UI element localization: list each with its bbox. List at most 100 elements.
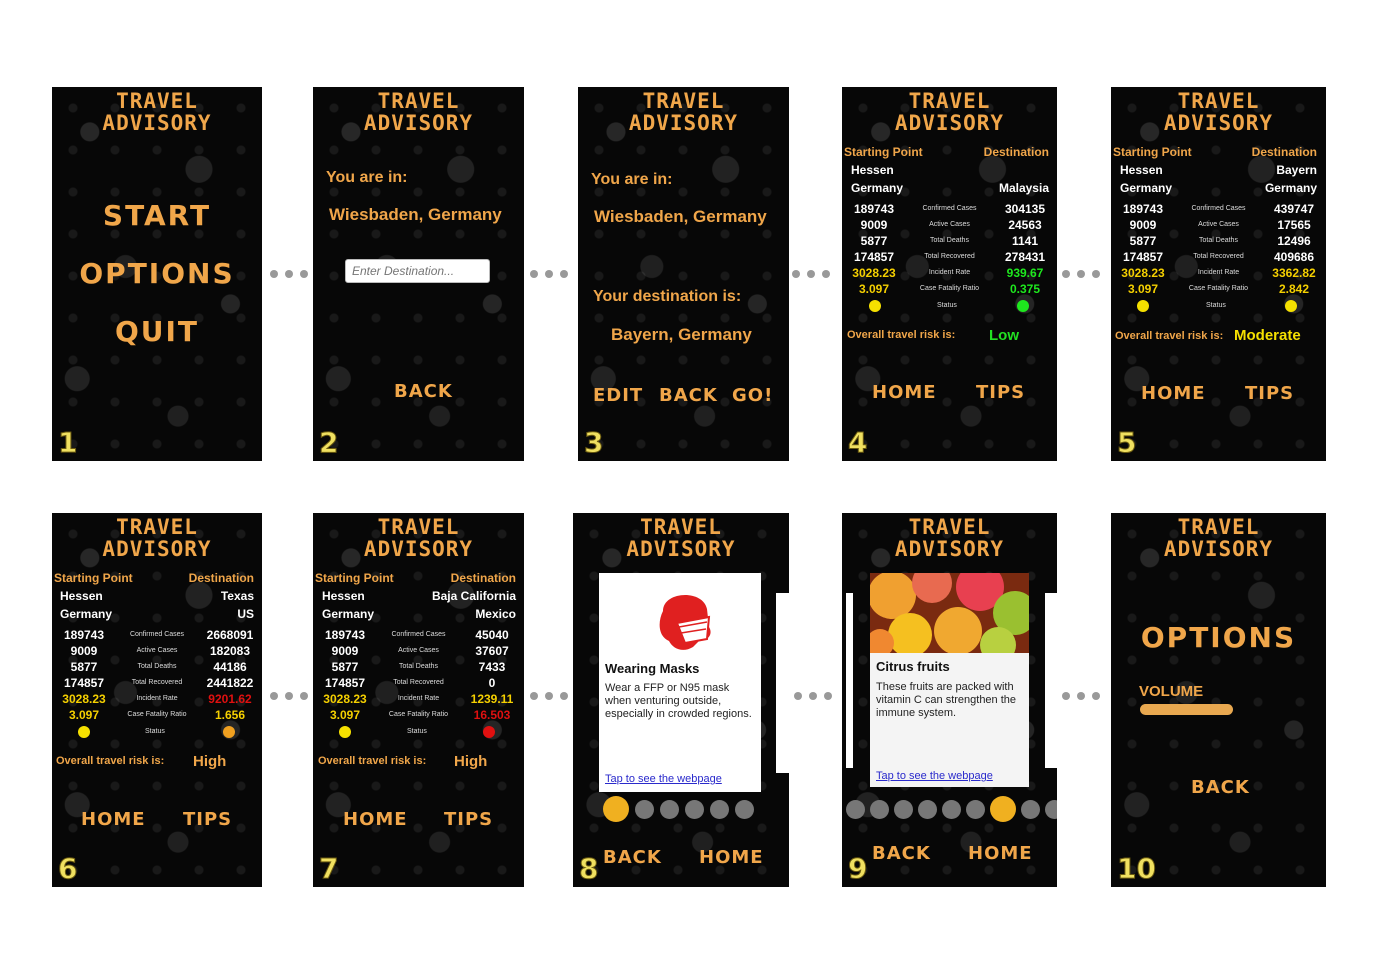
dest-value: 2.842 (1278, 282, 1310, 296)
stats-row: 5877 Total Deaths 1141 (842, 234, 1057, 250)
start-status-dot (78, 726, 90, 738)
dest-value: 304135 (1004, 202, 1046, 216)
stats-row: 5877 Total Deaths 44186 (52, 660, 262, 676)
go-button[interactable]: GO! (732, 385, 773, 406)
start-region: Hessen (322, 589, 365, 603)
citrus-image (870, 573, 1029, 653)
start-country: Germany (60, 607, 113, 621)
risk-value: High (454, 753, 488, 770)
stats-table: 189743 Confirmed Cases 439747 9009 Active Ca… (1111, 202, 1326, 298)
screen-2: TRAVEL ADVISORY You are in: Wiesbaden, Ge… (313, 87, 524, 461)
separator-dots (794, 692, 832, 700)
tip-card[interactable]: Citrus fruits These fruits are packed wi… (870, 573, 1029, 787)
stats-row: 5877 Total Deaths 12496 (1111, 234, 1326, 250)
home-button[interactable]: HOME (1141, 383, 1206, 404)
screen-number: 3 (583, 426, 604, 460)
screen-7: TRAVEL ADVISORY Starting Point Destinatio… (313, 513, 524, 887)
start-country: Germany (1120, 181, 1173, 195)
dest-value: 1.656 (214, 708, 246, 722)
stats-row: 174857 Total Recovered 409686 (1111, 250, 1326, 266)
card-body: Wear a FFP or N95 mask when venturing ou… (605, 682, 752, 720)
separator-dots (270, 692, 308, 700)
edit-button[interactable]: EDIT (593, 385, 643, 406)
home-button[interactable]: HOME (699, 847, 764, 868)
screen-number: 5 (1116, 426, 1137, 460)
app-title: TRAVEL ADVISORY (1163, 89, 1274, 135)
start-region: Hessen (1120, 163, 1163, 177)
stats-row: 9009 Active Cases 24563 (842, 218, 1057, 234)
stats-row: 3.097 Case Fatality Ratio 1.656 (52, 708, 262, 724)
volume-slider[interactable] (1140, 704, 1233, 715)
start-status-dot (339, 726, 351, 738)
dest-country: Germany (1264, 181, 1317, 195)
prev-card-peek[interactable] (846, 593, 853, 768)
back-button[interactable]: BACK (872, 843, 931, 864)
quit-button[interactable]: QUIT (52, 315, 262, 348)
app-title: TRAVEL ADVISORY (363, 515, 474, 561)
tips-button[interactable]: TIPS (976, 382, 1025, 403)
risk-value: High (193, 753, 227, 770)
start-region: Hessen (60, 589, 103, 603)
app-title: TRAVEL ADVISORY (628, 89, 739, 135)
status-label: Status (937, 302, 957, 309)
stats-row: 3.097 Case Fatality Ratio 16.503 (313, 708, 524, 724)
back-button[interactable]: BACK (659, 385, 718, 406)
next-card-peek[interactable] (1045, 593, 1057, 768)
home-button[interactable]: HOME (343, 809, 408, 830)
carousel-indicator[interactable] (603, 796, 754, 822)
card-link[interactable]: Tap to see the webpage (876, 770, 993, 782)
destination-header: Destination (1251, 145, 1317, 159)
home-button[interactable]: HOME (872, 382, 937, 403)
stats-row: 3.097 Case Fatality Ratio 0.375 (842, 282, 1057, 298)
screen-6: TRAVEL ADVISORY Starting Point Destinatio… (52, 513, 262, 887)
back-button[interactable]: BACK (1191, 777, 1250, 798)
stats-row: 3028.23 Incident Rate 3362.82 (1111, 266, 1326, 282)
risk-label: Overall travel risk is: (56, 755, 165, 767)
dest-country: Mexico (475, 607, 516, 621)
stats-row: 189743 Confirmed Cases 304135 (842, 202, 1057, 218)
dest-value: 12496 (1277, 234, 1311, 248)
dest-status-dot (1017, 300, 1029, 312)
dest-value: 182083 (209, 644, 251, 658)
stats-table: 189743 Confirmed Cases 2668091 9009 Active C… (52, 628, 262, 724)
destination-header: Destination (450, 571, 516, 585)
dest-value: 439747 (1273, 202, 1315, 216)
screen-3: TRAVEL ADVISORY You are in: Wiesbaden, Ge… (578, 87, 789, 461)
app-title: TRAVEL ADVISORY (1163, 515, 1274, 561)
next-card-peek[interactable] (776, 593, 789, 773)
screen-number: 2 (318, 426, 339, 460)
stats-row: 189743 Confirmed Cases 439747 (1111, 202, 1326, 218)
carousel-indicator[interactable] (846, 796, 1057, 822)
app-title: TRAVEL ADVISORY (102, 515, 212, 561)
options-button[interactable]: OPTIONS (52, 257, 262, 290)
home-button[interactable]: HOME (81, 809, 146, 830)
screen-5: TRAVEL ADVISORY Starting Point Destinatio… (1111, 87, 1326, 461)
starting-point-header: Starting Point (1113, 145, 1192, 159)
tips-button[interactable]: TIPS (183, 809, 232, 830)
dest-value: 24563 (1008, 218, 1042, 232)
stats-row: 3.097 Case Fatality Ratio 2.842 (1111, 282, 1326, 298)
home-button[interactable]: HOME (968, 843, 1033, 864)
risk-label: Overall travel risk is: (318, 755, 427, 767)
back-button[interactable]: BACK (394, 381, 453, 402)
stats-row: 3028.23 Incident Rate 1239.11 (313, 692, 524, 708)
risk-value: Moderate (1234, 327, 1301, 344)
card-link[interactable]: Tap to see the webpage (605, 773, 722, 785)
tips-button[interactable]: TIPS (444, 809, 493, 830)
dest-region: Texas (220, 589, 254, 603)
card-body: These fruits are packed with vitamin C c… (876, 681, 1017, 719)
back-button[interactable]: BACK (603, 847, 662, 868)
start-button[interactable]: START (52, 199, 262, 232)
starting-point-header: Starting Point (315, 571, 394, 585)
tip-card[interactable]: Wearing Masks Wear a FFP or N95 mask whe… (599, 573, 761, 792)
dest-value: 3362.82 (1272, 266, 1316, 280)
card-title: Wearing Masks (605, 661, 700, 676)
tips-button[interactable]: TIPS (1245, 383, 1294, 404)
separator-dots (792, 270, 830, 278)
stats-row: 189743 Confirmed Cases 2668091 (52, 628, 262, 644)
dest-value: 939.67 (1006, 266, 1044, 280)
risk-value: Low (989, 327, 1019, 344)
destination-input[interactable] (345, 259, 490, 283)
stats-row: 3028.23 Incident Rate 939.67 (842, 266, 1057, 282)
stats-row: 5877 Total Deaths 7433 (313, 660, 524, 676)
